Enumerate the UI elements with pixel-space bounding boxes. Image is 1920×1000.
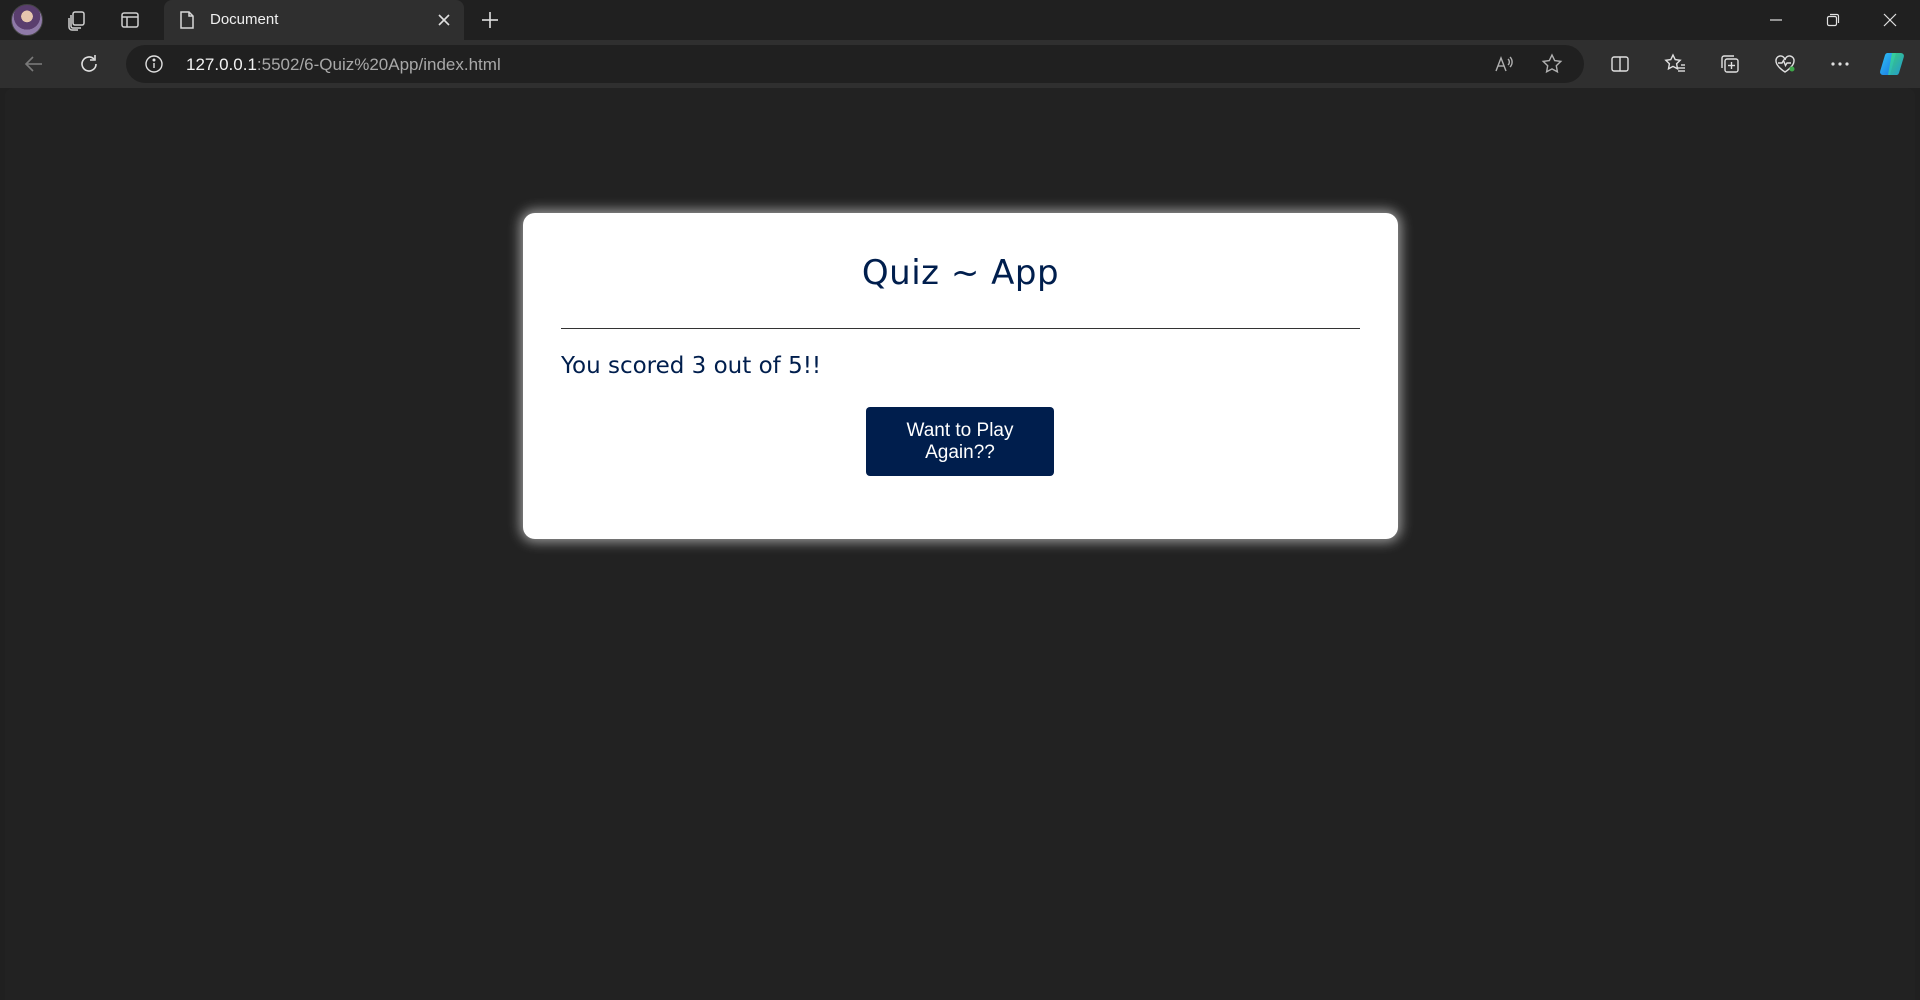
collections-icon[interactable]	[1714, 48, 1746, 80]
close-icon[interactable]	[434, 10, 454, 30]
restore-icon[interactable]	[1805, 0, 1861, 40]
info-icon[interactable]	[144, 54, 164, 79]
tab-document[interactable]: Document	[164, 0, 464, 40]
window-close-icon[interactable]	[1862, 0, 1918, 40]
document-icon	[178, 10, 196, 35]
favorites-icon[interactable]	[1659, 48, 1691, 80]
more-icon[interactable]	[1824, 48, 1856, 80]
tab-actions-icon[interactable]	[116, 6, 144, 34]
browser-toolbar: 127.0.0.1:5502/6-Quiz%20App/index.html	[0, 40, 1920, 88]
url-text[interactable]: 127.0.0.1:5502/6-Quiz%20App/index.html	[186, 55, 501, 75]
url-host: 127.0.0.1	[186, 55, 257, 74]
star-icon[interactable]	[1536, 48, 1568, 80]
play-again-button[interactable]: Want to Play Again??	[866, 407, 1054, 476]
url-path: :5502/6-Quiz%20App/index.html	[256, 55, 501, 74]
copilot-icon[interactable]	[1877, 48, 1909, 80]
minimize-icon[interactable]	[1748, 0, 1804, 40]
page-viewport: Quiz ~ App You scored 3 out of 5!! Want …	[5, 88, 1915, 1000]
quiz-card: Quiz ~ App You scored 3 out of 5!! Want …	[523, 213, 1398, 539]
divider	[561, 328, 1360, 329]
address-bar[interactable]: 127.0.0.1:5502/6-Quiz%20App/index.html	[126, 45, 1584, 83]
refresh-icon[interactable]	[73, 48, 105, 80]
workspaces-icon[interactable]	[63, 6, 91, 34]
browser-essentials-icon[interactable]	[1769, 48, 1801, 80]
plus-icon[interactable]	[476, 6, 504, 34]
back-arrow-icon[interactable]	[18, 48, 50, 80]
score-text: You scored 3 out of 5!!	[561, 353, 822, 379]
split-screen-icon[interactable]	[1604, 48, 1636, 80]
tab-strip: Document	[0, 0, 1920, 40]
profile-avatar[interactable]	[11, 4, 43, 36]
read-aloud-icon[interactable]	[1488, 48, 1520, 80]
tab-title: Document	[210, 11, 279, 28]
quiz-title: Quiz ~ App	[861, 253, 1060, 293]
